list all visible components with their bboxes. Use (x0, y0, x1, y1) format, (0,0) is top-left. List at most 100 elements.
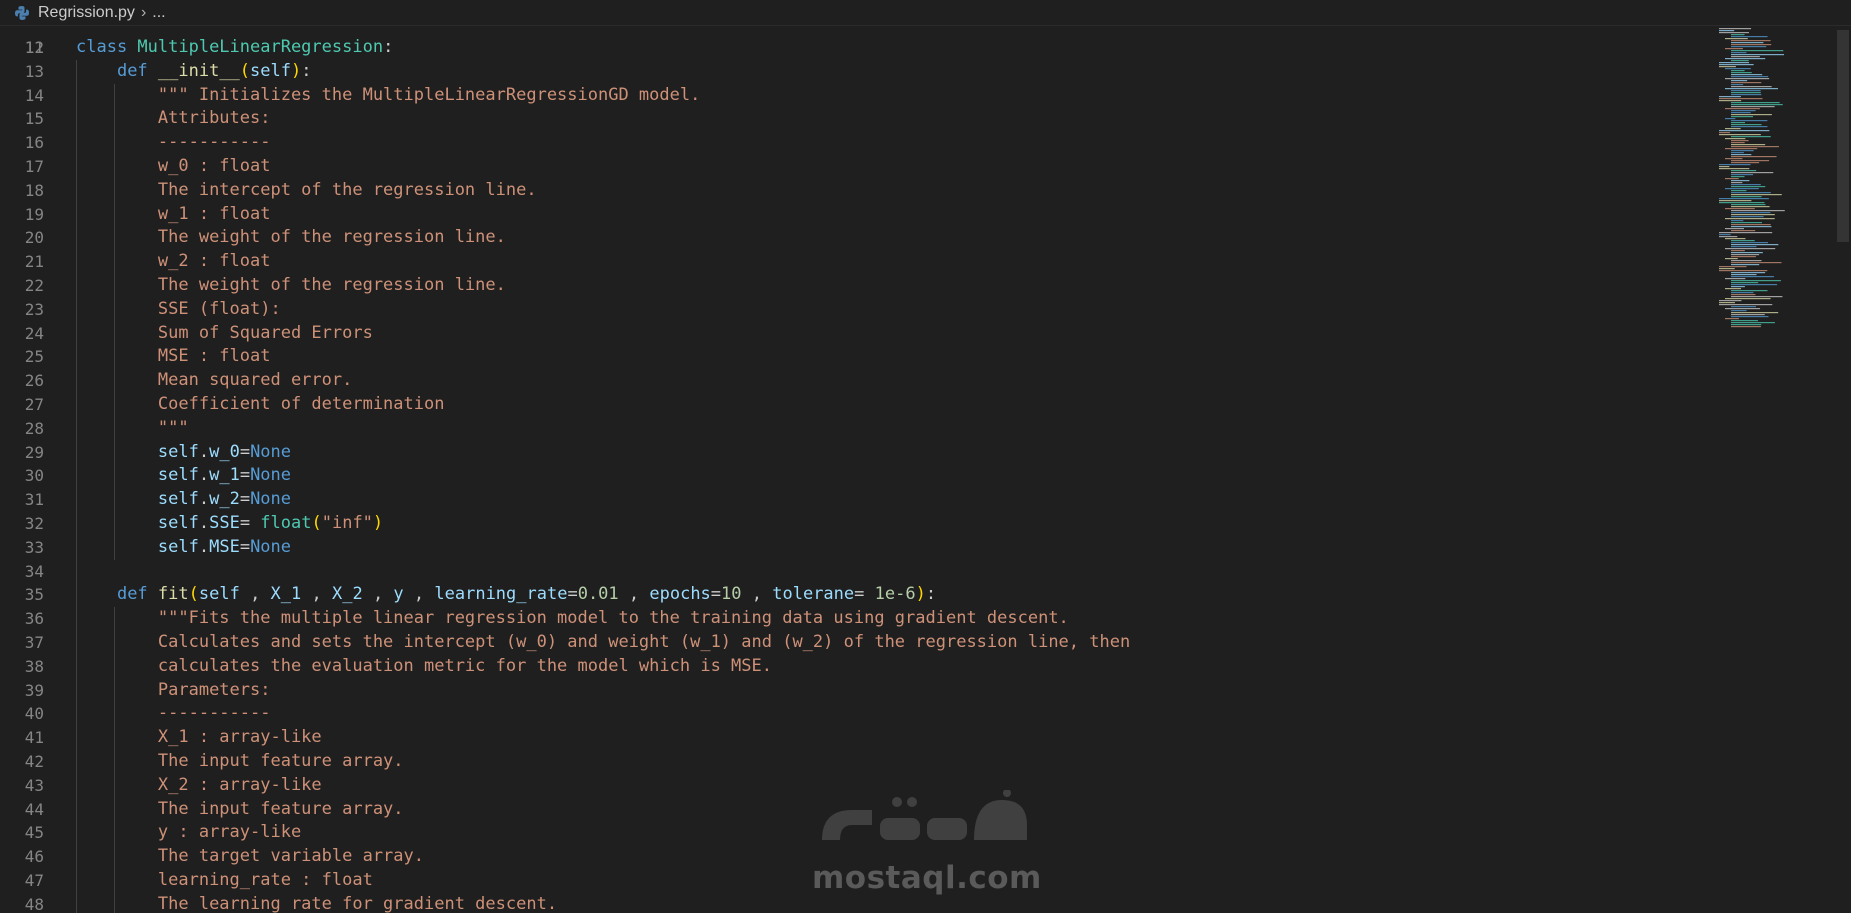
minimap-line (1731, 124, 1762, 126)
code-line[interactable]: 37 Calculates and sets the intercept (w_… (0, 631, 1715, 655)
code-line[interactable]: 30 self.w_1=None (0, 464, 1715, 488)
minimap-line (1731, 256, 1756, 258)
minimap-line (1719, 66, 1736, 68)
code-editor[interactable]: 11 12 class MultipleLinearRegression: 13 d… (0, 26, 1715, 913)
code-line[interactable]: 35 def fit(self , X_1 , X_2 , y , learni… (0, 583, 1715, 607)
minimap-line (1731, 80, 1748, 82)
scrollbar-slider[interactable] (1837, 30, 1849, 242)
code-line[interactable]: 19 w_1 : float (0, 203, 1715, 227)
minimap-line (1719, 166, 1730, 168)
minimap-line (1731, 246, 1757, 248)
code-line-partial: 11 (24, 37, 44, 57)
code-line[interactable]: 28 """ (0, 417, 1715, 441)
code-line[interactable]: 40 ----------- (0, 702, 1715, 726)
code-line[interactable]: 15 Attributes: (0, 107, 1715, 131)
watermark-text: mostaql.com (812, 860, 1042, 896)
minimap-line (1731, 106, 1775, 108)
indent-guide (114, 607, 115, 913)
minimap-line (1731, 204, 1766, 206)
code-line[interactable]: 38 calculates the evaluation metric for … (0, 655, 1715, 679)
minimap-line (1731, 44, 1772, 46)
minimap-line (1725, 188, 1759, 190)
minimap-line (1731, 136, 1771, 138)
line-number: 21 (24, 252, 44, 272)
minimap-line (1731, 316, 1769, 318)
minimap-line (1731, 206, 1770, 208)
code-line[interactable]: 36 """Fits the multiple linear regressio… (0, 607, 1715, 631)
minimap-line (1731, 196, 1762, 198)
line-number: 34 (24, 561, 44, 581)
code-line[interactable]: 39 Parameters: (0, 679, 1715, 703)
code-line[interactable]: 34 (0, 560, 1715, 584)
code-line[interactable]: 29 self.w_0=None (0, 441, 1715, 465)
code-line[interactable]: 13 def __init__(self): (0, 60, 1715, 84)
minimap-line (1731, 296, 1783, 298)
minimap-line (1731, 36, 1768, 38)
code-line[interactable]: 22 The weight of the regression line. (0, 274, 1715, 298)
minimap-line (1719, 200, 1752, 202)
code-line[interactable]: 20 The weight of the regression line. (0, 226, 1715, 250)
minimap-line (1731, 86, 1772, 88)
minimap-line (1719, 134, 1761, 136)
code-line[interactable]: 42 The input feature array. (0, 750, 1715, 774)
minimap-line (1719, 98, 1763, 100)
minimap-line (1725, 78, 1770, 80)
code-line[interactable]: 25 MSE : float (0, 345, 1715, 369)
code-line[interactable]: 23 SSE (float): (0, 298, 1715, 322)
minimap-line (1725, 288, 1742, 290)
minimap-line (1719, 130, 1770, 132)
code-line[interactable]: 17 w_0 : float (0, 155, 1715, 179)
indent-guide (114, 83, 115, 560)
minimap-line (1731, 276, 1774, 278)
code-text: MSE : float (157, 346, 271, 367)
code-line[interactable]: 32 self.SSE= float("inf") (0, 512, 1715, 536)
minimap-line (1731, 210, 1785, 212)
minimap-line (1731, 244, 1779, 246)
code-line[interactable]: 33 self.MSE=None (0, 536, 1715, 560)
minimap-line (1719, 198, 1769, 200)
minimap-line (1719, 100, 1742, 102)
code-line[interactable]: 24 Sum of Squared Errors (0, 322, 1715, 346)
code-text: self.w_1=None (157, 465, 292, 486)
minimap-line (1719, 232, 1773, 234)
minimap-line (1731, 142, 1745, 144)
line-number: 19 (24, 204, 44, 224)
code-line[interactable]: 41 X_1 : array-like (0, 726, 1715, 750)
minimap-line (1725, 108, 1760, 110)
minimap-line (1719, 202, 1765, 204)
code-line[interactable]: 16 ----------- (0, 131, 1715, 155)
breadcrumb-file[interactable]: Regrission.py (38, 4, 135, 22)
code-line[interactable]: 26 Mean squared error. (0, 369, 1715, 393)
minimap-line (1731, 220, 1744, 222)
line-number: 36 (24, 609, 44, 629)
code-line[interactable]: 21 w_2 : float (0, 250, 1715, 274)
minimap-line (1731, 212, 1771, 214)
minimap-line (1731, 214, 1775, 216)
breadcrumb-symbol[interactable]: ... (152, 4, 165, 22)
minimap-line (1719, 236, 1738, 238)
code-line[interactable]: 18 The intercept of the regression line. (0, 179, 1715, 203)
minimap-line (1731, 40, 1771, 42)
minimap-line (1731, 84, 1744, 86)
code-text: The learning rate for gradient descent. (157, 893, 558, 913)
code-text: Calculates and sets the intercept (w_0) … (157, 632, 1131, 652)
code-text: self.w_0=None (157, 441, 292, 462)
code-line[interactable]: 12 class MultipleLinearRegression: (0, 36, 1715, 60)
minimap-line (1731, 326, 1761, 328)
minimap-line (1725, 308, 1761, 310)
code-line[interactable]: 27 Coefficient of determination (0, 393, 1715, 417)
code-text: self.w_2=None (157, 489, 292, 510)
line-number: 16 (24, 133, 44, 153)
code-text: learning_rate : float (157, 870, 373, 890)
line-number: 41 (24, 728, 44, 748)
minimap-line (1731, 90, 1761, 92)
minimap-line (1731, 282, 1759, 284)
code-line[interactable]: 14 """ Initializes the MultipleLinearReg… (0, 84, 1715, 108)
minimap-line (1725, 128, 1741, 130)
minimap-line (1725, 208, 1755, 210)
code-line[interactable]: 31 self.w_2=None (0, 488, 1715, 512)
minimap-line (1719, 302, 1735, 304)
minimap-line (1731, 182, 1743, 184)
minimap-line (1719, 266, 1747, 268)
minimap[interactable] (1715, 26, 1835, 913)
